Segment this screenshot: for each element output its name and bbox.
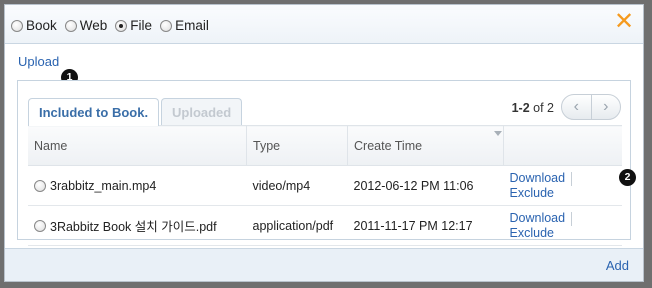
download-link[interactable]: Download bbox=[510, 171, 566, 185]
upload-link[interactable]: Upload bbox=[18, 54, 59, 69]
file-name: 3rabbitz_main.mp4 bbox=[50, 178, 157, 193]
cell-name: 3rabbitz_main.mp4 bbox=[28, 165, 247, 206]
cell-actions: DownloadExclude bbox=[503, 165, 622, 206]
row-radio[interactable] bbox=[34, 219, 46, 232]
close-icon[interactable]: ✕ bbox=[613, 10, 635, 34]
pager-buttons: ‹ › bbox=[561, 94, 621, 120]
pager-range: 1-2 bbox=[511, 101, 530, 115]
callout-badge-2: 2 bbox=[619, 169, 636, 186]
column-header-create-time-label: Create Time bbox=[354, 138, 423, 153]
source-type-bar: Book Web File Email ✕ bbox=[5, 5, 643, 44]
radio-circle-checked[interactable] bbox=[115, 19, 128, 32]
radio-circle[interactable] bbox=[11, 19, 23, 32]
tab-uploaded[interactable]: Uploaded bbox=[161, 98, 243, 125]
exclude-link[interactable]: Exclude bbox=[510, 186, 554, 200]
action-divider bbox=[571, 171, 573, 186]
action-divider bbox=[571, 211, 573, 226]
table-row: 3Rabbitz Book 설치 가이드.pdf application/pdf… bbox=[28, 205, 622, 246]
sort-arrow-icon bbox=[494, 130, 503, 136]
column-header-create-time[interactable]: Create Time bbox=[347, 125, 504, 166]
radio-email[interactable]: Email bbox=[160, 18, 209, 33]
files-panel: Included to Book. Uploaded 1-2 of 2 ‹ › … bbox=[17, 80, 631, 246]
download-link[interactable]: Download bbox=[510, 211, 566, 225]
cell-type: video/mp4 bbox=[246, 165, 348, 206]
file-name: 3Rabbitz Book 설치 가이드.pdf bbox=[50, 220, 217, 234]
radio-circle[interactable] bbox=[64, 19, 77, 32]
cell-name: 3Rabbitz Book 설치 가이드.pdf bbox=[28, 205, 247, 246]
files-table: Name Type Create Time 3rabbitz_main.mp4 … bbox=[28, 125, 622, 246]
pager-status: 1-2 of 2 bbox=[512, 101, 554, 115]
column-header-actions bbox=[503, 125, 622, 166]
exclude-link[interactable]: Exclude bbox=[510, 226, 554, 240]
cell-actions: DownloadExclude bbox=[503, 205, 622, 246]
pager-total: of 2 bbox=[529, 101, 554, 115]
radio-web[interactable]: Web bbox=[64, 18, 108, 33]
cell-type: application/pdf bbox=[246, 205, 348, 246]
column-header-type[interactable]: Type bbox=[246, 125, 348, 166]
cell-created: 2011-11-17 PM 12:17 bbox=[347, 205, 504, 246]
tab-included[interactable]: Included to Book. bbox=[28, 98, 160, 126]
row-radio[interactable] bbox=[34, 179, 46, 192]
radio-file[interactable]: File bbox=[115, 18, 152, 33]
source-type-radios: Book Web File Email bbox=[11, 18, 213, 33]
cell-created: 2012-06-12 PM 11:06 bbox=[347, 165, 504, 206]
table-row: 3rabbitz_main.mp4 video/mp4 2012-06-12 P… bbox=[28, 165, 622, 206]
radio-book[interactable]: Book bbox=[11, 18, 57, 33]
dialog-footer: Add bbox=[5, 248, 643, 281]
radio-label-email: Email bbox=[175, 18, 209, 33]
radio-label-web: Web bbox=[79, 18, 108, 33]
add-button[interactable]: Add bbox=[606, 258, 629, 273]
radio-label-file: File bbox=[130, 18, 153, 33]
table-header-row: Name Type Create Time bbox=[28, 125, 622, 166]
column-header-name[interactable]: Name bbox=[28, 125, 247, 166]
file-dialog: Book Web File Email ✕ Upload 1 Included … bbox=[4, 4, 644, 282]
chevron-right-icon[interactable]: › bbox=[592, 95, 621, 119]
chevron-left-icon[interactable]: ‹ bbox=[562, 95, 592, 119]
radio-label-book: Book bbox=[26, 18, 57, 33]
radio-circle[interactable] bbox=[160, 19, 173, 32]
